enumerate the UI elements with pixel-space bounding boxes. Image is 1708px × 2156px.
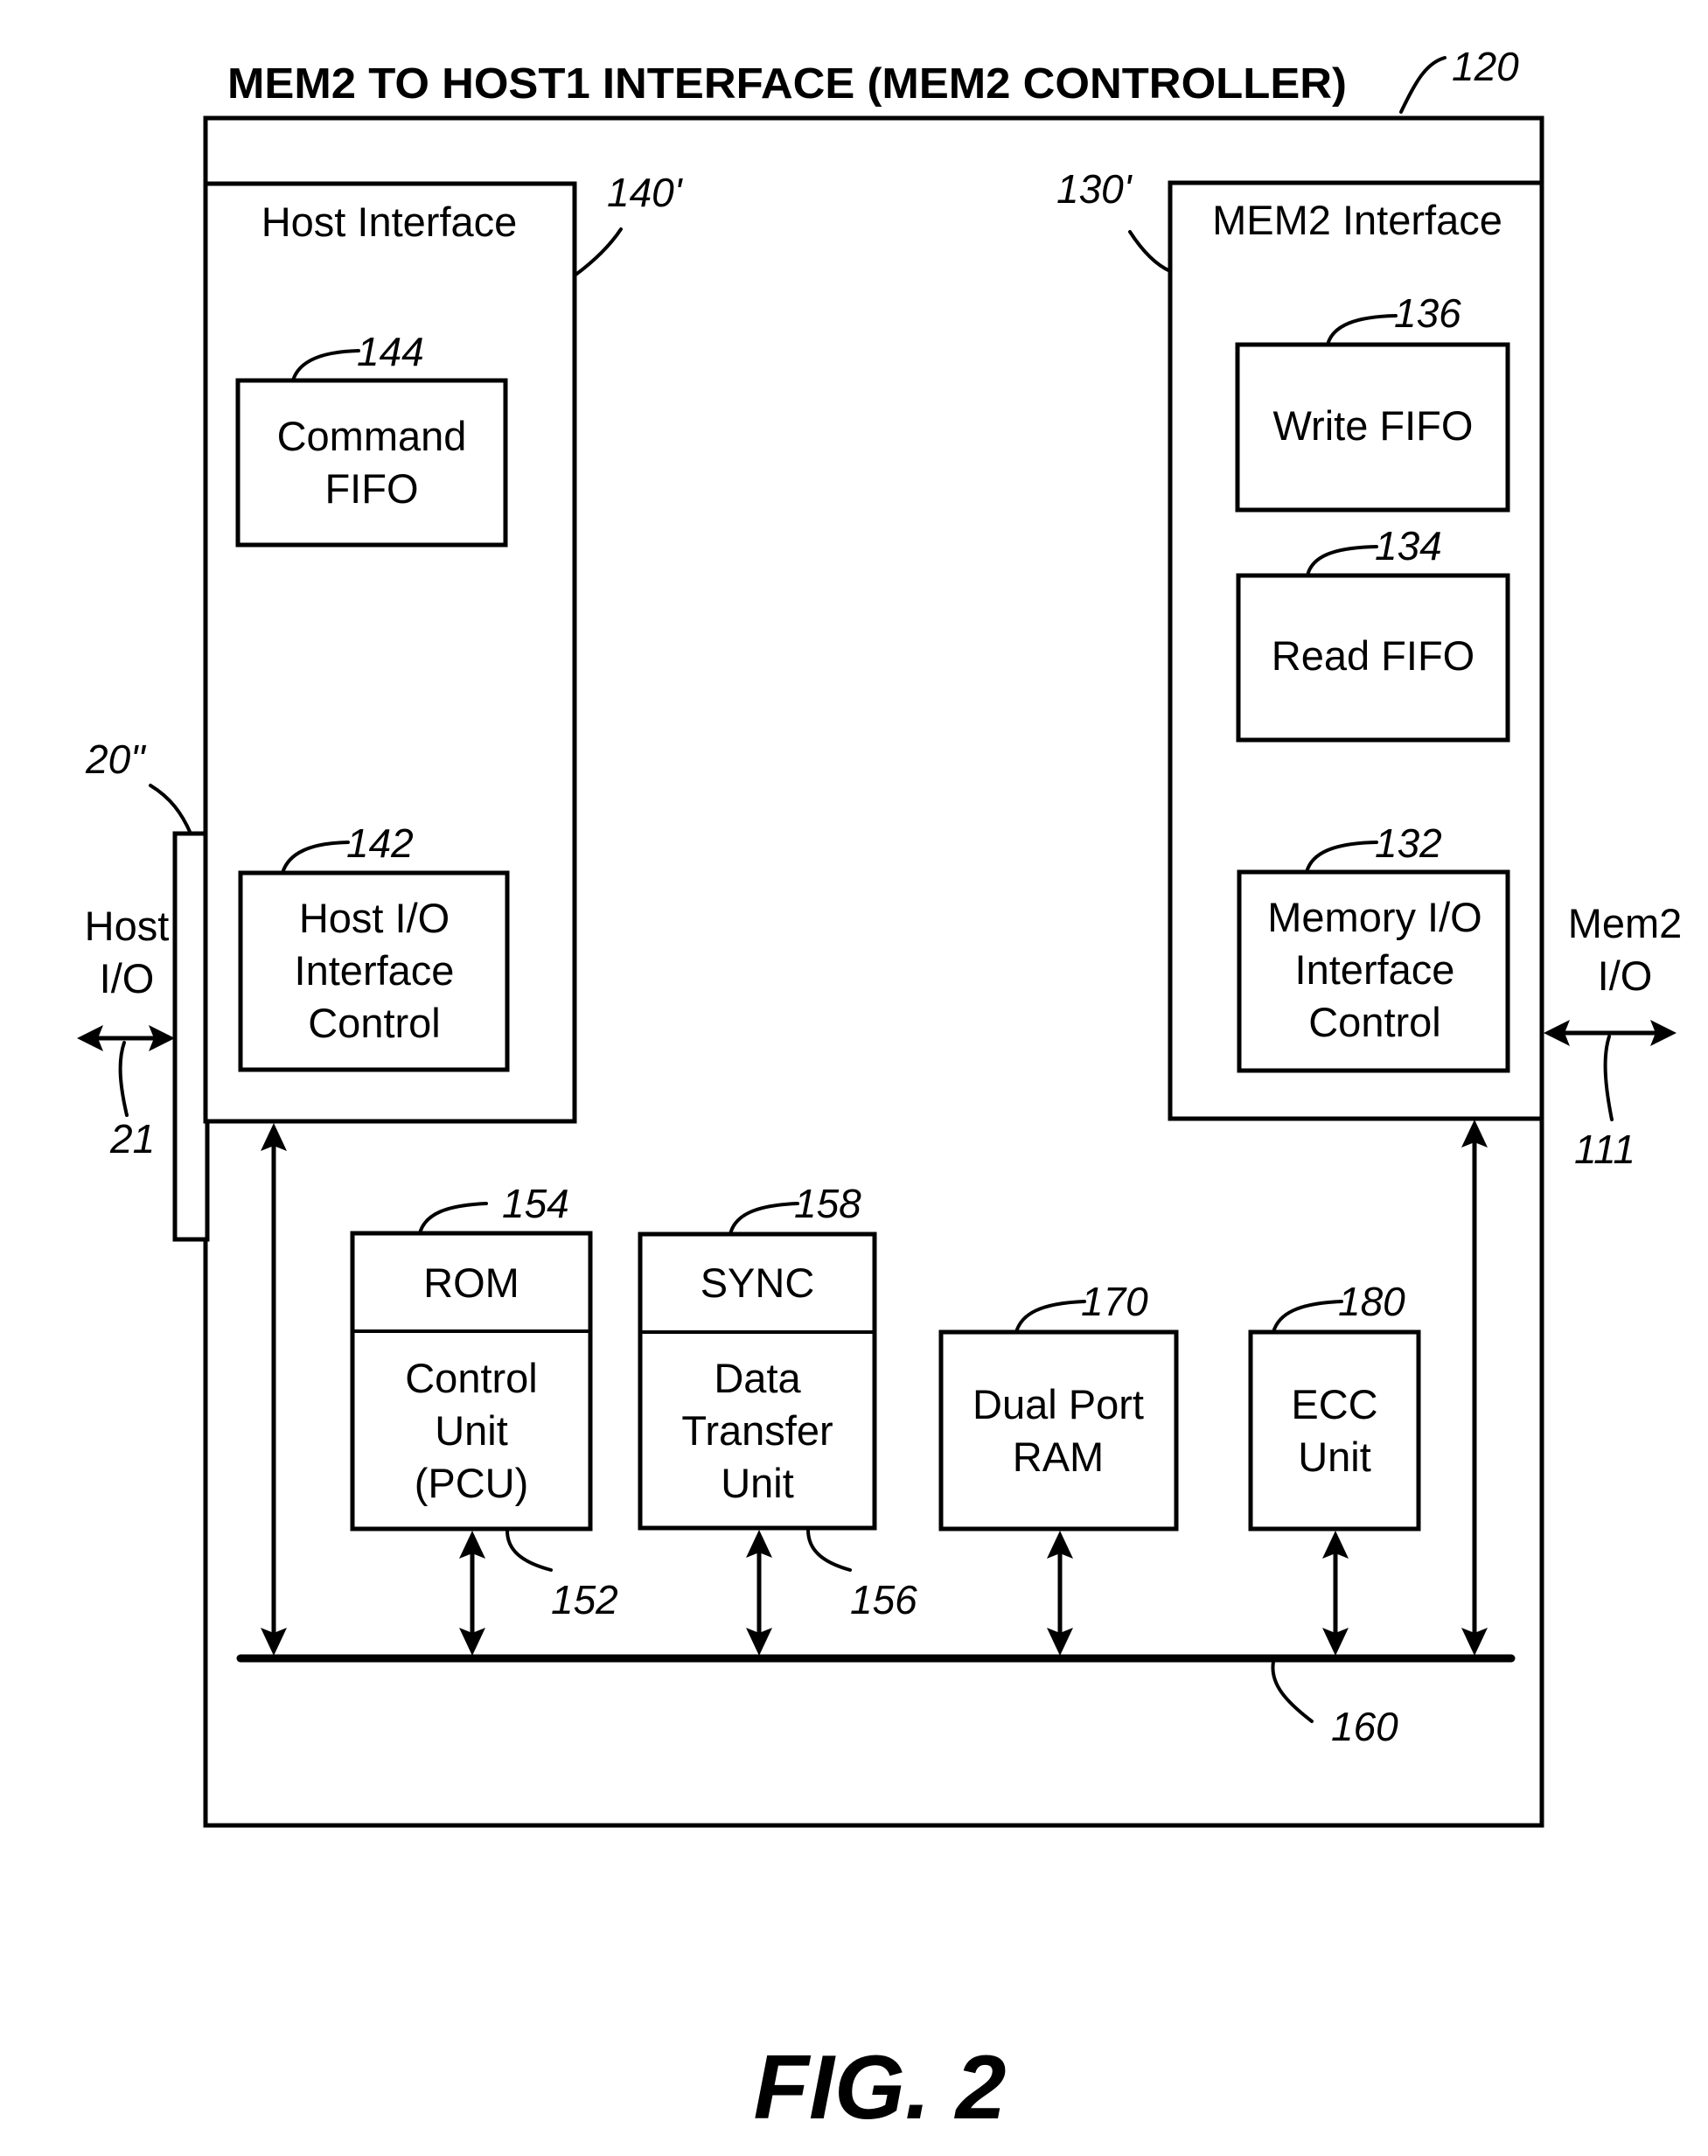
host-io-label-line-2: I/O [100, 955, 155, 1001]
host-io-control-line-3: Control [308, 1000, 441, 1046]
dual-port-ram-line-2: RAM [1013, 1434, 1104, 1480]
ref-156: 156 [850, 1577, 917, 1622]
ref-152: 152 [551, 1577, 618, 1622]
leader-21 [118, 1041, 129, 1117]
ref-20: 20" [85, 736, 147, 782]
control-unit-line-2: Unit [435, 1407, 508, 1454]
control-unit-line-3: (PCU) [415, 1460, 529, 1506]
host-io-arrow [77, 1025, 175, 1051]
memory-io-control-line-1: Memory I/O [1267, 894, 1481, 940]
host-io-label-line-1: Host [85, 903, 170, 949]
data-transfer-unit-line-1: Data [714, 1355, 801, 1401]
memory-io-control-line-2: Interface [1295, 946, 1455, 993]
mem2-io-arrow [1544, 1020, 1677, 1046]
host-io-control-line-1: Host I/O [299, 895, 450, 941]
rom-label: ROM [423, 1259, 519, 1306]
ref-120: 120 [1452, 44, 1519, 89]
ref-158: 158 [794, 1181, 861, 1226]
host-interface-label: Host Interface [261, 199, 518, 245]
leader-20 [149, 784, 192, 835]
ref-136: 136 [1394, 290, 1461, 336]
ref-111: 111 [1574, 1127, 1635, 1172]
ref-134: 134 [1375, 523, 1442, 569]
ref-142: 142 [346, 820, 414, 866]
ref-180: 180 [1338, 1279, 1405, 1324]
ref-160: 160 [1331, 1704, 1398, 1749]
figure-label: FIG. 2 [754, 2037, 1007, 2139]
ecc-unit-line-1: ECC [1291, 1381, 1377, 1427]
host-io-control-line-2: Interface [295, 947, 455, 994]
ref-170: 170 [1081, 1279, 1148, 1324]
dual-port-ram-line-1: Dual Port [973, 1381, 1144, 1427]
data-transfer-unit-line-3: Unit [721, 1460, 794, 1506]
leader-120 [1399, 56, 1447, 114]
ecc-unit-line-2: Unit [1298, 1434, 1371, 1480]
dual-port-ram-box [938, 1329, 1179, 1532]
ref-130: 130' [1056, 166, 1133, 212]
data-transfer-unit-line-2: Transfer [681, 1407, 833, 1454]
diagram-title: MEM2 TO HOST1 INTERFACE (MEM2 CONTROLLER… [227, 60, 1347, 108]
host-port-block [172, 831, 210, 1242]
ref-140: 140' [607, 170, 684, 215]
mem2-interface-label: MEM2 Interface [1212, 197, 1502, 243]
leader-111 [1603, 1035, 1614, 1121]
command-fifo-line-1: Command [277, 413, 467, 459]
ref-132: 132 [1375, 820, 1442, 866]
control-unit-line-1: Control [405, 1355, 538, 1401]
ecc-unit-box [1248, 1329, 1421, 1532]
block-diagram: MEM2 TO HOST1 INTERFACE (MEM2 CONTROLLER… [77, 44, 1683, 2139]
memory-io-control-line-3: Control [1308, 999, 1441, 1045]
command-fifo-box [235, 378, 508, 548]
command-fifo-line-2: FIFO [324, 465, 418, 512]
sync-label: SYNC [701, 1259, 815, 1306]
mem2-io-label-line-1: Mem2 [1568, 900, 1683, 946]
read-fifo-label: Read FIFO [1272, 632, 1474, 679]
write-fifo-label: Write FIFO [1273, 402, 1474, 449]
ref-21: 21 [109, 1116, 155, 1162]
mem2-io-label-line-2: I/O [1598, 952, 1653, 999]
ref-144: 144 [357, 329, 424, 374]
ref-154: 154 [502, 1181, 569, 1226]
